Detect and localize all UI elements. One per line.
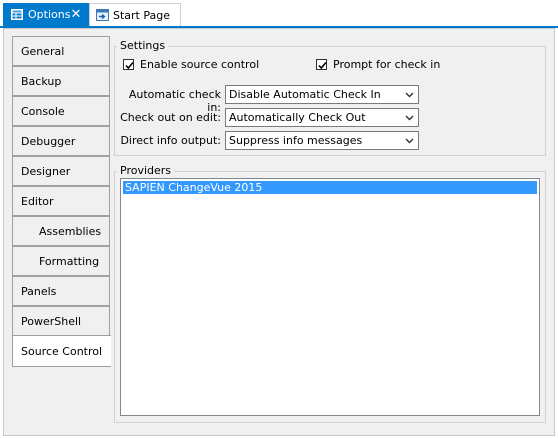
providers-group-title: Providers (117, 164, 175, 177)
category-formatting[interactable]: Formatting (12, 246, 110, 276)
category-source-control[interactable]: Source Control (12, 335, 111, 367)
list-item[interactable]: SAPIEN ChangeVue 2015 (123, 181, 537, 194)
check-out-on-edit-value: Automatically Check Out (229, 111, 366, 124)
category-general[interactable]: General (12, 36, 110, 66)
prompt-for-check-in-label: Prompt for check in (333, 58, 441, 71)
category-panels[interactable]: Panels (12, 276, 110, 306)
chevron-down-icon (405, 115, 414, 121)
tab-start-page[interactable]: Start Page (89, 3, 181, 26)
check-out-on-edit-select[interactable]: Automatically Check Out (225, 108, 419, 127)
category-editor[interactable]: Editor (12, 186, 110, 216)
settings-group-title: Settings (117, 39, 169, 52)
category-assemblies[interactable]: Assemblies (12, 216, 110, 246)
tab-options[interactable]: Options ✕ (3, 3, 89, 26)
category-backup[interactable]: Backup (12, 66, 110, 96)
category-list: General Backup Console Debugger Designer… (12, 36, 111, 368)
category-debugger[interactable]: Debugger (12, 126, 110, 156)
providers-list[interactable]: SAPIEN ChangeVue 2015 (120, 178, 540, 416)
enable-source-control-label: Enable source control (140, 58, 260, 71)
prompt-for-check-in-checkbox[interactable]: Prompt for check in (316, 58, 440, 71)
tab-options-label: Options (28, 8, 71, 21)
direct-info-output-select[interactable]: Suppress info messages (225, 131, 419, 150)
chevron-down-icon (405, 92, 414, 98)
checkmark-icon (125, 61, 134, 70)
direct-info-output-value: Suppress info messages (229, 134, 363, 147)
direct-info-output-label: Direct info output: (120, 134, 221, 147)
check-out-on-edit-label: Check out on edit: (120, 111, 221, 124)
automatic-check-in-select[interactable]: Disable Automatic Check In (225, 85, 419, 104)
category-designer[interactable]: Designer (12, 156, 110, 186)
enable-source-control-checkbox[interactable]: Enable source control (123, 58, 259, 71)
chevron-down-icon (405, 138, 414, 144)
close-icon[interactable]: ✕ (70, 7, 81, 22)
options-grid-icon (11, 9, 23, 20)
category-powershell[interactable]: PowerShell (12, 306, 110, 336)
category-console[interactable]: Console (12, 96, 110, 126)
automatic-check-in-value: Disable Automatic Check In (229, 88, 381, 101)
tab-start-page-label: Start Page (113, 8, 170, 22)
checkmark-icon (318, 61, 327, 70)
prompt-for-check-in-check[interactable] (316, 59, 327, 70)
enable-source-control-check[interactable] (123, 59, 134, 70)
start-page-icon (96, 9, 109, 21)
document-tab-strip: Options ✕ Start Page (0, 0, 558, 27)
